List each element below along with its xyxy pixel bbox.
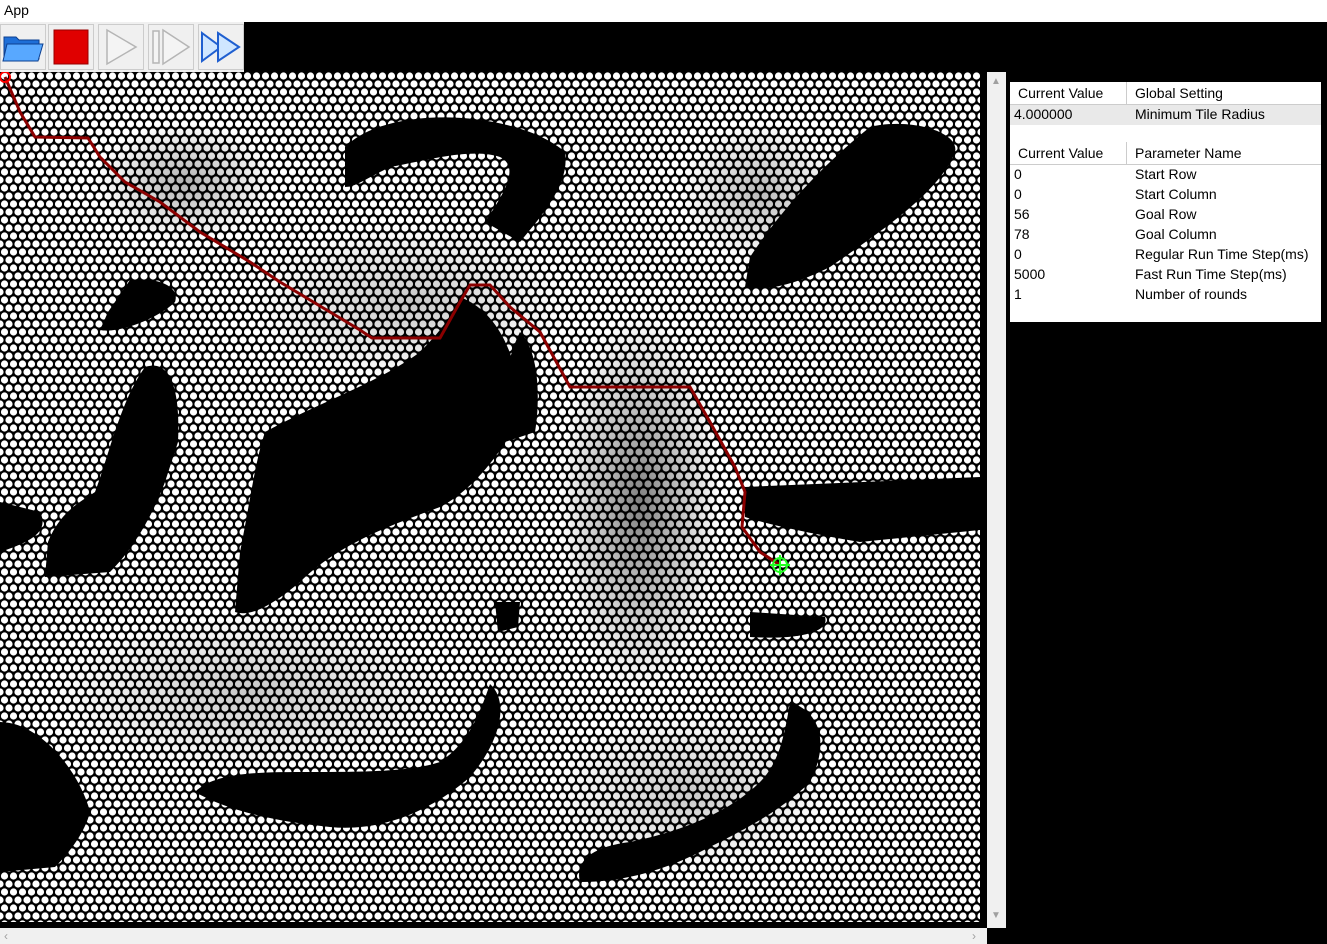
horizontal-scrollbar[interactable]: ‹ › <box>0 928 987 944</box>
table-row[interactable]: 5000 Fast Run Time Step(ms) <box>1010 265 1321 285</box>
parameter-name: Number of rounds <box>1135 286 1248 302</box>
parameter-value: 0 <box>1014 246 1022 262</box>
parameter-value: 1 <box>1014 286 1022 302</box>
parameter-value: 0 <box>1014 186 1022 202</box>
table-row[interactable]: 1 Number of rounds <box>1010 285 1321 305</box>
table-row[interactable]: 0 Start Row <box>1010 165 1321 185</box>
fast-forward-icon <box>201 31 241 63</box>
fast-run-button[interactable] <box>198 24 244 70</box>
stop-button[interactable] <box>48 24 94 70</box>
folder-icon <box>2 36 44 62</box>
parameter-value: 56 <box>1014 206 1030 222</box>
step-icon <box>152 28 191 66</box>
current-value-header[interactable]: Current Value <box>1018 85 1103 101</box>
scroll-up-icon[interactable]: ▲ <box>991 76 1001 87</box>
parameter-value: 5000 <box>1014 266 1046 282</box>
parameter-name: Goal Column <box>1135 226 1217 242</box>
open-folder-button[interactable] <box>0 24 46 70</box>
current-value-header[interactable]: Current Value <box>1018 145 1103 161</box>
table-header: Current Value Parameter Name <box>1010 142 1321 165</box>
stop-icon <box>53 29 89 65</box>
scroll-right-icon[interactable]: › <box>972 929 976 943</box>
setting-name: Minimum Tile Radius <box>1135 106 1265 122</box>
hex-grid-map[interactable] <box>0 72 980 922</box>
window-title: App <box>4 2 29 18</box>
table-row[interactable]: 4.000000 Minimum Tile Radius <box>1010 105 1321 125</box>
table-row[interactable]: 78 Goal Column <box>1010 225 1321 245</box>
parameter-value: 0 <box>1014 166 1022 182</box>
global-settings-table: Current Value Global Setting 4.000000 Mi… <box>1010 82 1321 142</box>
table-row[interactable]: 0 Start Column <box>1010 185 1321 205</box>
table-row[interactable]: 56 Goal Row <box>1010 205 1321 225</box>
toolbar <box>0 22 244 72</box>
global-setting-header[interactable]: Global Setting <box>1135 85 1223 101</box>
run-button[interactable] <box>98 24 144 70</box>
parameters-table: Current Value Parameter Name 0 Start Row… <box>1010 142 1321 322</box>
scroll-left-icon[interactable]: ‹ <box>4 929 8 943</box>
parameter-name: Start Column <box>1135 186 1217 202</box>
parameter-name-header[interactable]: Parameter Name <box>1135 145 1242 161</box>
table-header: Current Value Global Setting <box>1010 82 1321 105</box>
table-row[interactable]: 0 Regular Run Time Step(ms) <box>1010 245 1321 265</box>
setting-value: 4.000000 <box>1014 106 1073 122</box>
parameter-name: Start Row <box>1135 166 1197 182</box>
parameter-value: 78 <box>1014 226 1030 242</box>
play-icon <box>106 28 138 66</box>
step-button[interactable] <box>148 24 194 70</box>
title-bar: App <box>0 0 1327 22</box>
scroll-down-icon[interactable]: ▼ <box>991 910 1001 921</box>
vertical-scrollbar[interactable]: ▲ ▼ <box>987 72 1006 928</box>
parameter-name: Fast Run Time Step(ms) <box>1135 266 1287 282</box>
parameter-name: Goal Row <box>1135 206 1197 222</box>
parameter-name: Regular Run Time Step(ms) <box>1135 246 1309 262</box>
